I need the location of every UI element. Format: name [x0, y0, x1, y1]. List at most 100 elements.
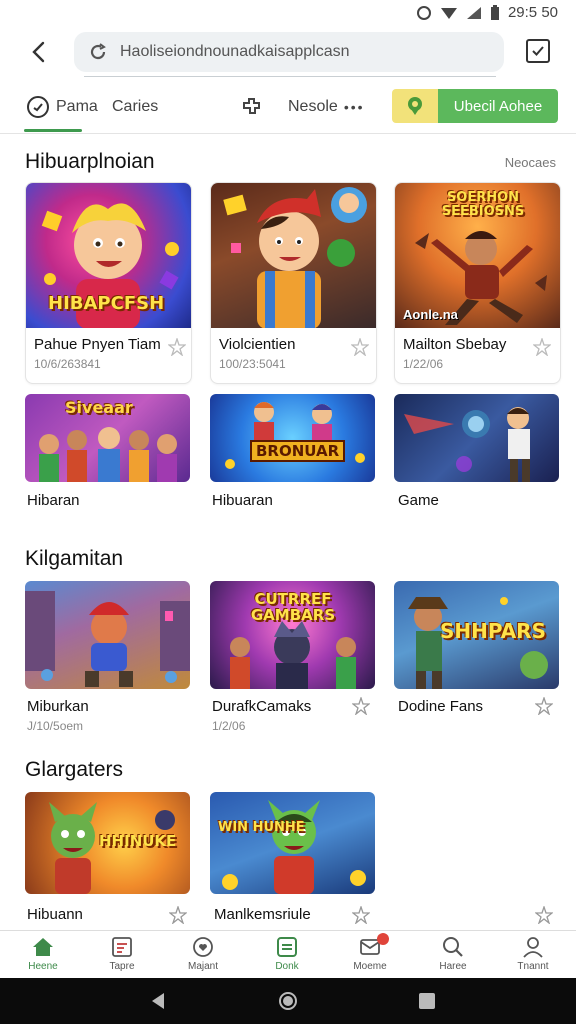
game-title: Mailton Sbebay: [403, 336, 507, 353]
game-art-title: SOERHON SEEBIOSNS: [441, 190, 525, 219]
game-thumbnail: SOERHON SEEBIOSNS Aonle.na: [395, 183, 560, 328]
url-bar[interactable]: Haoliseiondnounadkaisapplcasn: [74, 32, 504, 72]
star-icon[interactable]: [351, 338, 369, 356]
nav-item-home[interactable]: Heene: [8, 935, 78, 972]
game-card[interactable]: HHINUKE Hibuann: [25, 792, 192, 924]
battery-icon: [490, 4, 499, 20]
search-icon: [443, 937, 463, 957]
star-icon[interactable]: [169, 906, 187, 924]
game-card[interactable]: BRONUAR Hibuaran: [210, 394, 377, 509]
tab-pama[interactable]: Pama: [26, 92, 98, 122]
system-back-icon[interactable]: [150, 992, 166, 1010]
game-art-title: BRONUAR: [250, 440, 346, 462]
game-title: Hibuann: [27, 906, 83, 923]
nav-item-haree[interactable]: Haree: [418, 935, 488, 972]
game-art-caption: Aonle.na: [403, 307, 458, 322]
status-bar: 29:5 50: [0, 0, 576, 26]
heart-ring-icon: [193, 937, 213, 957]
back-arrow-icon: [32, 41, 45, 63]
game-subtitle: 100/23:5041: [219, 357, 286, 371]
nav-item-majant[interactable]: Majant: [168, 935, 238, 972]
game-card[interactable]: SHHPARS Dodine Fans: [394, 581, 561, 715]
game-thumbnail: CUTRREF GAMBARS: [210, 581, 375, 689]
nav-item-donk[interactable]: Donk: [252, 935, 322, 972]
game-art-title: CUTRREF GAMBARS: [250, 590, 336, 624]
tabs-button[interactable]: [526, 39, 550, 63]
tab-label: Pama: [56, 98, 98, 115]
character-art: [25, 591, 190, 687]
active-tab-indicator: [24, 129, 82, 132]
game-card[interactable]: Siveaar Hibaran: [25, 394, 192, 509]
reload-icon[interactable]: [88, 42, 108, 62]
game-thumbnail: HHINUKE: [25, 792, 190, 894]
game-title: Pahue Pnyen Tiam: [34, 336, 161, 353]
puzzle-icon: [243, 98, 260, 114]
star-icon[interactable]: [352, 906, 370, 924]
tab-nesole[interactable]: Nesole •••: [240, 92, 365, 122]
promo-button[interactable]: Ubecil Aohee: [392, 89, 558, 123]
check-icon: [532, 46, 544, 56]
star-icon[interactable]: [168, 338, 186, 356]
system-recents-icon[interactable]: [418, 992, 436, 1010]
game-card[interactable]: Miburkan J/10/5oem: [25, 581, 192, 733]
game-thumbnail: [211, 183, 376, 328]
tab-label: Caries: [112, 98, 159, 115]
nav-label: Donk: [275, 961, 299, 972]
system-home-icon[interactable]: [278, 991, 298, 1011]
nav-label: Heene: [28, 961, 58, 972]
nav-item-moeme[interactable]: Moeme: [335, 933, 405, 972]
back-button[interactable]: [22, 36, 54, 68]
game-title: Violcientien: [219, 336, 296, 353]
game-card[interactable]: Violcientien 100/23:5041: [210, 182, 377, 384]
game-subtitle: 1/2/06: [212, 719, 246, 733]
game-card[interactable]: SOERHON SEEBIOSNS Aonle.na Mailton Sbeba…: [394, 182, 561, 384]
game-thumbnail: [25, 581, 190, 689]
status-time: 29:5 50: [507, 4, 558, 21]
character-art: [222, 800, 366, 894]
alarm-icon: [416, 5, 431, 20]
more-dots-icon[interactable]: •••: [344, 99, 365, 115]
nav-item-tapre[interactable]: Tapre: [87, 935, 157, 972]
status-icons: 29:5 50: [416, 4, 558, 21]
signal-icon: [466, 6, 481, 19]
game-title: Miburkan: [27, 698, 89, 715]
url-text[interactable]: Haoliseiondnounadkaisapplcasn: [120, 43, 350, 61]
clock-icon: [27, 96, 49, 118]
game-art-title: Siveaar: [65, 398, 133, 417]
section-title: Glargaters: [25, 758, 124, 781]
game-thumbnail: BRONUAR: [210, 394, 375, 482]
wifi-icon: [440, 7, 457, 19]
game-thumbnail: [394, 394, 559, 482]
bottom-nav: Heene Tapre Majant Donk Moeme Haree Tnan…: [0, 930, 576, 978]
game-art-title: HHINUKE: [99, 832, 177, 850]
star-icon[interactable]: [533, 338, 551, 356]
game-subtitle: 1/22/06: [403, 357, 444, 371]
nav-item-tnannt[interactable]: Tnannt: [498, 935, 568, 972]
game-thumbnail: WIN HUNHE: [210, 792, 375, 894]
game-art-title: SHHPARS: [440, 619, 546, 643]
game-thumbnail: HIBAPCFSH: [26, 183, 191, 328]
tab-caries[interactable]: Caries: [112, 92, 158, 122]
section-title: Hibuarplnoian: [25, 150, 155, 173]
star-icon[interactable]: [535, 697, 553, 715]
game-subtitle: J/10/5oem: [27, 719, 84, 733]
game-thumbnail: Siveaar: [25, 394, 190, 482]
game-card[interactable]: CUTRREF GAMBARS DurafkCamaks 1/2/06: [210, 581, 377, 733]
game-title: Game: [398, 492, 439, 509]
character-art: [223, 187, 367, 328]
star-icon[interactable]: [352, 697, 370, 715]
person-icon: [523, 937, 543, 958]
home-icon: [33, 938, 53, 956]
game-art-title: HIBAPCFSH: [48, 293, 165, 314]
character-art: [225, 402, 365, 469]
character-art: [404, 407, 530, 482]
game-subtitle: 10/6/263841: [34, 357, 101, 371]
star-icon[interactable]: [535, 906, 553, 924]
section-title: Kilgamitan: [25, 547, 124, 570]
game-card[interactable]: HIBAPCFSH Pahue Pnyen Tiam 10/6/263841: [25, 182, 192, 384]
game-card[interactable]: Game: [394, 394, 561, 509]
nav-label: Haree: [439, 961, 467, 972]
nav-label: Majant: [187, 961, 218, 972]
section-see-more[interactable]: Neocaes: [505, 155, 556, 170]
game-card[interactable]: WIN HUNHE Manlkemsriule: [210, 792, 377, 924]
